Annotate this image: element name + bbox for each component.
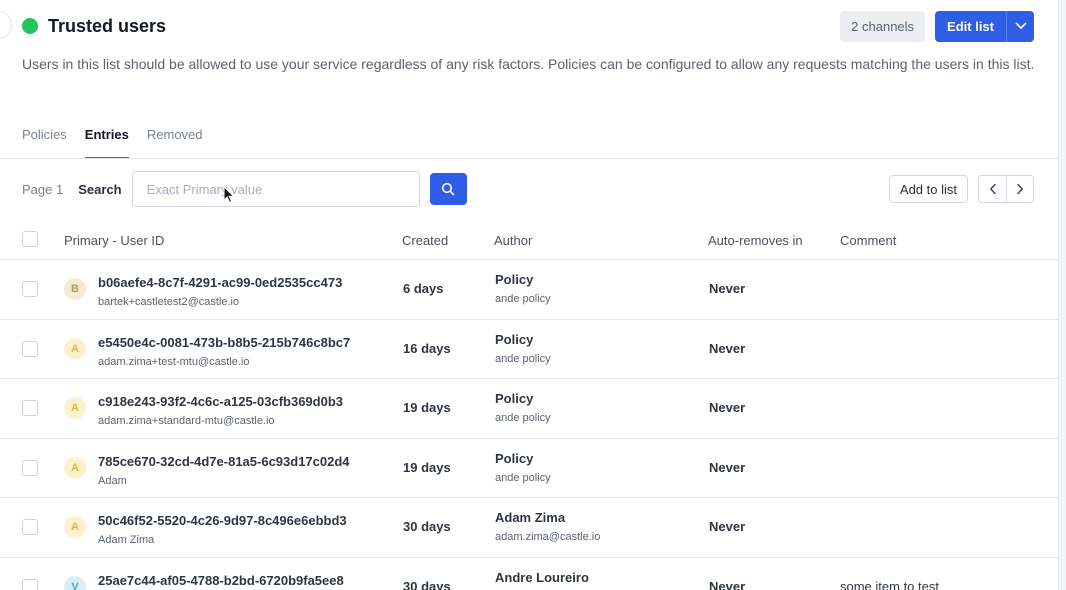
created-value: 6 days [403, 281, 444, 296]
header-author[interactable]: Author [494, 233, 532, 248]
edit-list-split-button: Edit list [935, 10, 1034, 42]
avatar: A [64, 397, 86, 419]
author-detail: ande policy [495, 471, 551, 484]
auto-removes-value: Never [709, 340, 746, 356]
next-page-button[interactable] [1006, 176, 1033, 202]
status-indicator [22, 18, 38, 34]
auto-removes-value: Never [709, 519, 746, 534]
avatar: A [64, 456, 86, 479]
created-value: 30 days [403, 578, 451, 590]
toolbar-right: Add to list [888, 175, 1034, 203]
search-label: Search [78, 181, 122, 197]
previous-page-button[interactable] [979, 176, 1006, 202]
created-value: 19 days [403, 400, 451, 415]
entries-toolbar: Page 1 Search Add to list [22, 171, 1034, 207]
table-header: Primary - User ID Created Author Auto-re… [0, 219, 1058, 260]
table-row[interactable]: A 785ce670-32cd-4d7e-81a5-6c93d17c02d4 A… [0, 439, 1058, 498]
header-comment[interactable]: Comment [840, 233, 896, 248]
header-primary[interactable]: Primary - User ID [64, 233, 164, 248]
comment-value: some item to test [840, 578, 939, 590]
author-name: Policy [495, 391, 534, 406]
avatar: V [64, 575, 86, 590]
user-id[interactable]: c918e243-93f2-4c6c-a125-03cfb369d0b3 [98, 394, 343, 409]
user-email: Adam [98, 474, 127, 487]
user-email: bartek+castletest2@castle.io [98, 296, 240, 308]
created-value: 30 days [403, 519, 451, 534]
tab-removed[interactable]: Removed [147, 118, 203, 159]
author-detail: adam.zima@castle.io [495, 531, 601, 543]
user-id[interactable]: 50c46f52-5520-4c26-9d97-8c496e6ebbd3 [98, 513, 347, 528]
user-id[interactable]: 785ce670-32cd-4d7e-81a5-6c93d17c02d4 [98, 454, 350, 469]
pagination [978, 175, 1034, 203]
avatar: A [64, 337, 86, 360]
chevron-right-icon [1017, 183, 1023, 195]
collapsed-panel-handle[interactable] [0, 11, 12, 39]
chevron-down-icon [1015, 22, 1026, 29]
avatar: A [64, 516, 86, 538]
table-row[interactable]: A c918e243-93f2-4c6c-a125-03cfb369d0b3 a… [0, 379, 1058, 439]
author-detail: ande policy [495, 352, 551, 365]
row-checkbox[interactable] [22, 340, 38, 357]
user-id[interactable]: b06aefe4-8c7f-4291-ac99-0ed2535cc473 [98, 275, 342, 290]
row-checkbox[interactable] [22, 459, 38, 476]
header-auto-removes[interactable]: Auto-removes in [708, 233, 803, 248]
author-name: Andre Loureiro [495, 569, 589, 585]
channels-badge[interactable]: 2 channels [840, 10, 926, 42]
add-to-list-button[interactable]: Add to list [888, 175, 968, 203]
search-input[interactable] [131, 171, 420, 207]
user-email: adam.zima+test-mtu@castle.io [98, 355, 250, 368]
table-row[interactable]: A e5450e4c-0081-473b-b8b5-215b746c8bc7 a… [0, 320, 1058, 379]
auto-removes-value: Never [709, 578, 746, 590]
created-value: 16 days [403, 340, 451, 356]
avatar: B [64, 278, 86, 300]
user-email: adam.zima+standard-mtu@castle.io [98, 415, 275, 427]
author-detail: ande policy [495, 293, 551, 305]
edit-list-button[interactable]: Edit list [935, 10, 1006, 42]
search-icon [441, 182, 455, 196]
row-checkbox[interactable] [22, 400, 38, 416]
table-row[interactable]: A 50c46f52-5520-4c26-9d97-8c496e6ebbd3 A… [0, 498, 1058, 558]
search-button[interactable] [429, 173, 467, 205]
author-name: Adam Zima [495, 510, 566, 525]
table-row[interactable]: B b06aefe4-8c7f-4291-ac99-0ed2535cc473 b… [0, 260, 1058, 320]
header-created[interactable]: Created [402, 233, 448, 248]
author-name: Policy [495, 272, 534, 287]
tab-policies[interactable]: Policies [22, 118, 67, 159]
header-actions: 2 channels Edit list [840, 10, 1034, 42]
row-checkbox[interactable] [22, 281, 38, 297]
author-name: Policy [495, 331, 534, 347]
auto-removes-value: Never [709, 400, 746, 415]
page-title: Trusted users [48, 15, 167, 36]
page-indicator: Page 1 [22, 181, 64, 197]
tab-bar: Policies Entries Removed [22, 118, 203, 159]
created-value: 19 days [403, 459, 451, 475]
author-name: Policy [495, 450, 534, 466]
user-id[interactable]: e5450e4c-0081-473b-b8b5-215b746c8bc7 [98, 335, 350, 350]
list-description: Users in this list should be allowed to … [22, 56, 1035, 72]
tabs-divider [0, 158, 1058, 159]
entries-table: Primary - User ID Created Author Auto-re… [0, 219, 1058, 590]
row-checkbox[interactable] [22, 578, 38, 590]
chevron-left-icon [989, 183, 996, 195]
list-header: Trusted users 2 channels Edit list [22, 10, 1034, 42]
auto-removes-value: Never [709, 281, 746, 296]
tab-entries[interactable]: Entries [84, 118, 129, 159]
auto-removes-value: Never [709, 459, 746, 475]
vertical-scrollbar[interactable] [1058, 0, 1066, 590]
edit-list-dropdown-button[interactable] [1006, 10, 1034, 42]
author-detail: ande policy [495, 412, 551, 424]
user-id[interactable]: 25ae7c44-af05-4788-b2bd-6720b9fa5ee8 [98, 573, 344, 588]
table-row[interactable]: V 25ae7c44-af05-4788-b2bd-6720b9fa5ee8 3… [0, 558, 1058, 590]
user-email: Adam Zima [98, 534, 155, 546]
row-checkbox[interactable] [22, 519, 38, 535]
select-all-checkbox[interactable] [22, 231, 38, 247]
